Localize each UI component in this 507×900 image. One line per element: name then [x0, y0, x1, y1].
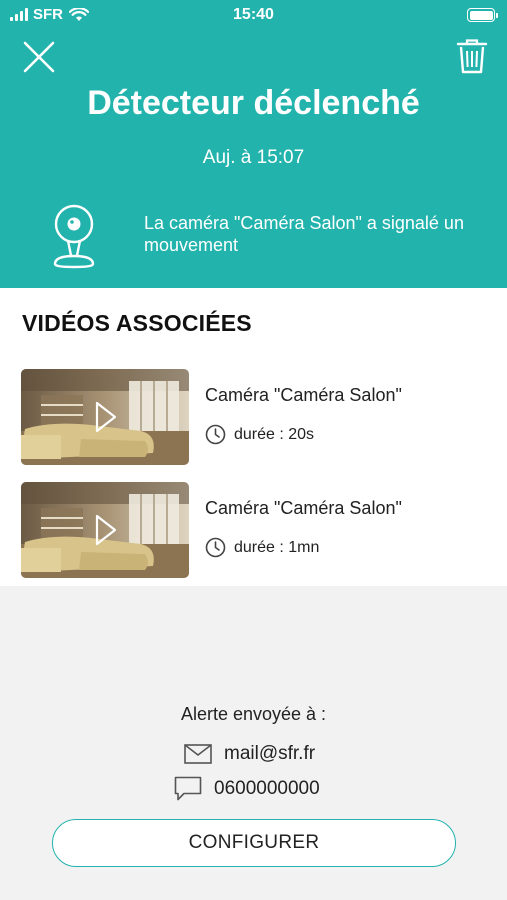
delete-button[interactable]: [455, 36, 489, 78]
play-icon: [95, 401, 117, 433]
page-title: Détecteur déclenché: [87, 84, 420, 122]
duration-text: durée : 1mn: [234, 538, 320, 556]
mail-icon: [184, 744, 212, 764]
header: SFR 15:40 Détecteur déclenché Auj. à 15:…: [0, 0, 507, 288]
close-button[interactable]: [18, 36, 60, 78]
video-title: Caméra "Caméra Salon": [205, 385, 402, 405]
trash-icon: [456, 39, 488, 74]
email-text: mail@sfr.fr: [224, 743, 316, 764]
clock-icon: [205, 537, 226, 558]
duration-text: durée : 20s: [234, 425, 315, 443]
clock-icon: [205, 424, 226, 445]
play-icon: [95, 514, 117, 546]
phone-text: 0600000000: [214, 778, 320, 799]
section-title: VIDÉOS ASSOCIÉES: [22, 310, 252, 336]
video-item-1[interactable]: Caméra "Caméra Salon" durée : 20s: [21, 369, 491, 465]
event-message: La caméra "Caméra Salon" a signalé un mo…: [144, 213, 464, 255]
video-thumbnail[interactable]: [21, 482, 189, 578]
email-contact: mail@sfr.fr: [184, 743, 315, 765]
video-duration: durée : 1mn: [205, 537, 319, 558]
status-time: 15:40: [233, 6, 274, 23]
video-item-2[interactable]: Caméra "Caméra Salon" durée : 1mn: [21, 482, 491, 578]
configure-button[interactable]: CONFIGURER: [52, 819, 456, 867]
event-time: Auj. à 15:07: [202, 147, 305, 168]
videos-section: VIDÉOS ASSOCIÉES Caméra "Caméra Salon" d…: [0, 288, 507, 586]
close-icon: [23, 41, 55, 73]
alert-label: Alerte envoyée à :: [180, 704, 327, 724]
video-thumbnail[interactable]: [21, 369, 189, 465]
status-bar: SFR 15:40: [0, 0, 507, 32]
phone-contact: 0600000000: [174, 776, 320, 802]
video-duration: durée : 20s: [205, 424, 314, 445]
message-icon: [174, 776, 202, 801]
battery-icon: [467, 8, 498, 22]
video-title: Caméra "Caméra Salon": [205, 498, 402, 518]
camera-icon: [50, 204, 98, 270]
